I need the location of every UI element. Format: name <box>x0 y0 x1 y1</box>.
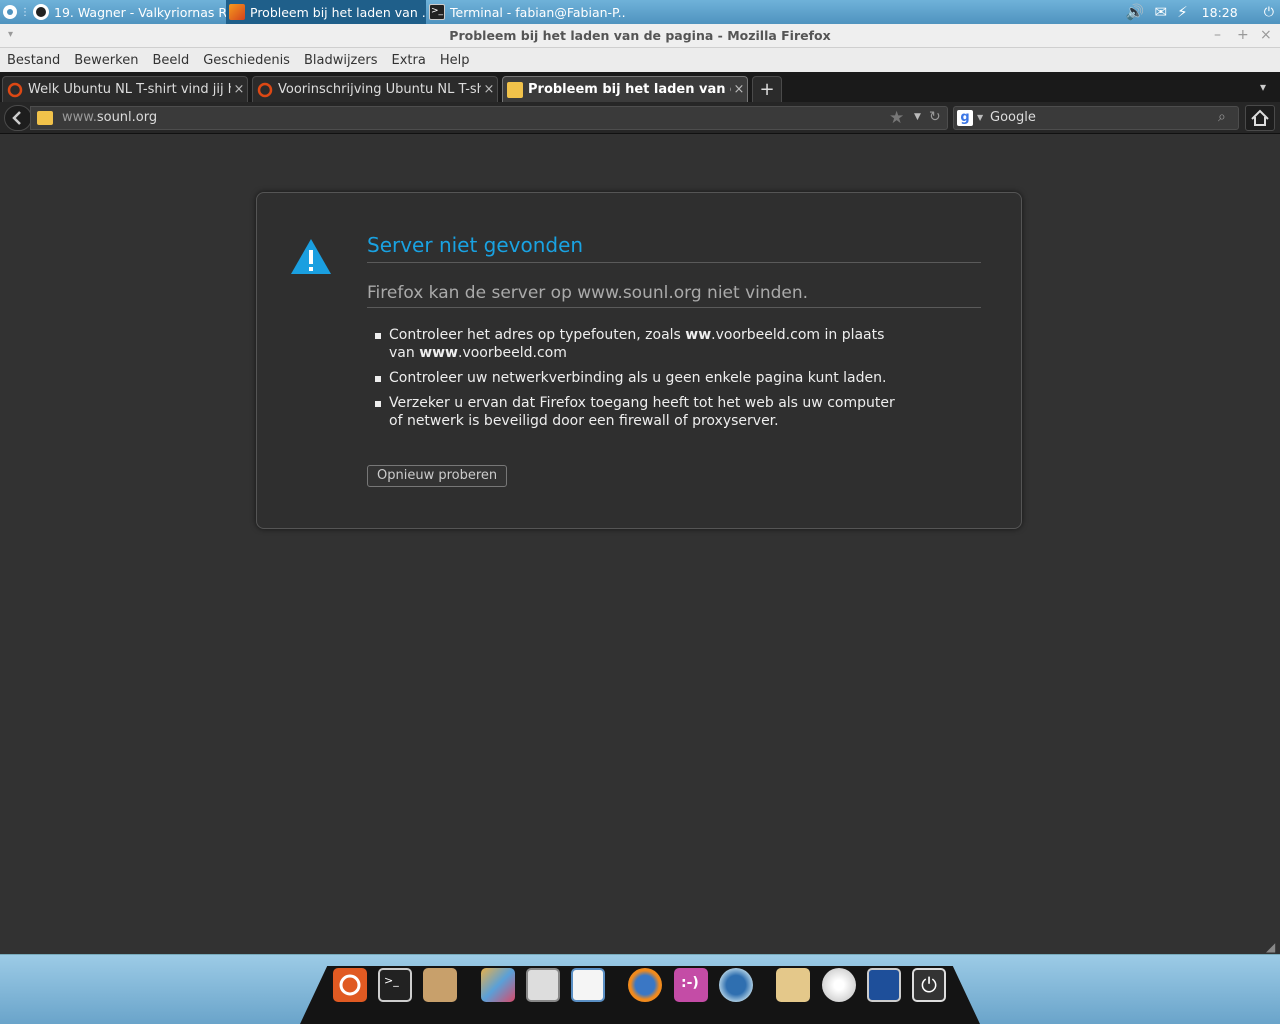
tab-strip: Welk Ubuntu NL T-shirt vind jij h... × V… <box>0 72 1280 102</box>
menu-bestand[interactable]: Bestand <box>7 53 60 68</box>
taskbar-item-label: Terminal - fabian@Fabian-P... <box>450 4 626 20</box>
home-button[interactable] <box>1245 105 1275 131</box>
display-icon[interactable] <box>867 968 901 1002</box>
new-tab-button[interactable]: + <box>752 76 782 102</box>
panel-separator: ⋮ <box>20 6 30 18</box>
warning-favicon-icon <box>507 81 523 98</box>
reload-icon[interactable]: ↻ <box>929 109 941 125</box>
tab-close-icon[interactable]: × <box>231 82 247 97</box>
divider <box>367 307 981 308</box>
folder-icon[interactable] <box>776 968 810 1002</box>
tab-label: Voorinschrijving Ubuntu NL T-sh... <box>278 82 481 97</box>
ubuntu-icon <box>7 82 23 97</box>
window-title: Probleem bij het laden van de pagina - M… <box>449 28 831 43</box>
taskbar-item-label: 19. Wagner - Valkyriornas R... <box>54 4 226 20</box>
back-arrow-icon <box>12 111 21 125</box>
menu-beeld[interactable]: Beeld <box>152 53 189 68</box>
tab-error-page[interactable]: Probleem bij het laden van de... × <box>502 76 748 102</box>
navigation-toolbar: www.sounl.org ★ ▼ ↻ g ▼ Google ⌕ <box>0 102 1280 134</box>
tab-close-icon[interactable]: × <box>731 82 747 97</box>
music-player-icon <box>33 4 49 20</box>
logout-icon[interactable]: ⏻ <box>1264 5 1274 20</box>
package-icon[interactable] <box>423 968 457 1002</box>
search-engine-dropdown-icon[interactable]: ▼ <box>977 113 983 122</box>
menu-extra[interactable]: Extra <box>392 53 426 68</box>
tab-close-icon[interactable]: × <box>481 82 497 97</box>
warning-icon <box>291 239 331 274</box>
google-icon[interactable]: g <box>957 110 973 126</box>
resize-grip-icon[interactable]: ◢ <box>1266 940 1275 954</box>
search-box[interactable]: g ▼ Google ⌕ <box>953 106 1239 130</box>
menu-help[interactable]: Help <box>440 53 470 68</box>
error-suggestions: Controleer het adres op typefouten, zoal… <box>367 326 907 437</box>
search-magnifier-icon[interactable]: ⌕ <box>1218 109 1226 125</box>
clock[interactable]: 18:28 <box>1202 5 1238 20</box>
suggestion-item: Controleer het adres op typefouten, zoal… <box>367 326 907 362</box>
chat-icon[interactable]: :-) <box>674 968 708 1002</box>
writer-icon[interactable] <box>571 968 605 1002</box>
error-title: Server niet gevonden <box>367 233 584 257</box>
tab-list-icon[interactable]: ▾ <box>1260 80 1266 94</box>
suggestion-item: Controleer uw netwerkverbinding als u ge… <box>367 369 907 387</box>
calculator-icon[interactable] <box>526 968 560 1002</box>
paint-icon[interactable] <box>481 968 515 1002</box>
retry-button[interactable]: Opnieuw proberen <box>367 465 508 487</box>
mail-icon[interactable]: ✉ <box>1155 3 1168 21</box>
tab-label: Welk Ubuntu NL T-shirt vind jij h... <box>28 82 231 97</box>
home-icon <box>1251 109 1269 126</box>
disc-icon[interactable] <box>822 968 856 1002</box>
menu-bladwijzers[interactable]: Bladwijzers <box>304 53 378 68</box>
taskbar-item-label: Probleem bij het laden van ... <box>250 4 426 20</box>
ubuntu-icon <box>257 82 273 97</box>
url-domain: sounl.org <box>96 110 158 125</box>
history-dropdown-icon[interactable]: ▼ <box>914 112 921 122</box>
url-prefix: www. <box>62 110 97 125</box>
maximize-icon[interactable]: + <box>1237 27 1249 43</box>
firefox-icon[interactable] <box>628 968 662 1002</box>
menu-geschiedenis[interactable]: Geschiedenis <box>203 53 290 68</box>
terminal-icon: >_ <box>429 4 445 20</box>
divider <box>367 262 981 263</box>
window-title-bar[interactable]: ▾ Probleem bij het laden van de pagina -… <box>0 24 1280 48</box>
menu-bewerken[interactable]: Bewerken <box>74 53 138 68</box>
system-tray: 🔊 ✉ ⚡ 18:28 ⏻ <box>1126 0 1280 24</box>
back-button[interactable] <box>4 105 32 131</box>
ubuntu-icon[interactable] <box>333 968 367 1002</box>
volume-icon[interactable]: 🔊 <box>1126 3 1145 21</box>
plus-icon: + <box>759 79 775 100</box>
top-panel: ⋮ 19. Wagner - Valkyriornas R... Problee… <box>0 0 1280 24</box>
taskbar-item-firefox[interactable]: Probleem bij het laden van ... <box>226 0 426 24</box>
bookmark-star-icon[interactable]: ★ <box>889 108 904 128</box>
app-menu-icon[interactable] <box>0 0 20 24</box>
url-text[interactable]: www.sounl.org <box>62 110 157 125</box>
network-icon[interactable]: ⚡ <box>1177 3 1188 21</box>
error-page-box: Server niet gevonden Firefox kan de serv… <box>256 192 1022 529</box>
error-subtitle: Firefox kan de server op www.sounl.org n… <box>367 283 809 303</box>
menu-bar: Bestand Bewerken Beeld Geschiedenis Blad… <box>0 48 1280 72</box>
close-icon[interactable]: × <box>1260 27 1272 43</box>
site-identity-icon[interactable] <box>37 111 53 125</box>
tab-label: Probleem bij het laden van de... <box>528 82 731 97</box>
thunderbird-icon[interactable] <box>719 968 753 1002</box>
suggestion-item: Verzeker u ervan dat Firefox toegang hee… <box>367 394 907 430</box>
firefox-icon <box>229 4 245 20</box>
tab-ubuntu-shirt-vote[interactable]: Welk Ubuntu NL T-shirt vind jij h... × <box>2 76 248 102</box>
url-bar[interactable]: www.sounl.org ★ ▼ ↻ <box>30 106 948 130</box>
taskbar-item-terminal[interactable]: >_ Terminal - fabian@Fabian-P... <box>426 0 626 24</box>
power-icon[interactable]: ⏻ <box>912 968 946 1002</box>
tab-ubuntu-preregistration[interactable]: Voorinschrijving Ubuntu NL T-sh... × <box>252 76 498 102</box>
search-placeholder: Google <box>990 110 1036 125</box>
minimize-icon[interactable]: – <box>1214 27 1221 43</box>
terminal-icon[interactable]: >_ <box>378 968 412 1002</box>
taskbar-item-music[interactable]: 19. Wagner - Valkyriornas R... <box>30 0 226 24</box>
